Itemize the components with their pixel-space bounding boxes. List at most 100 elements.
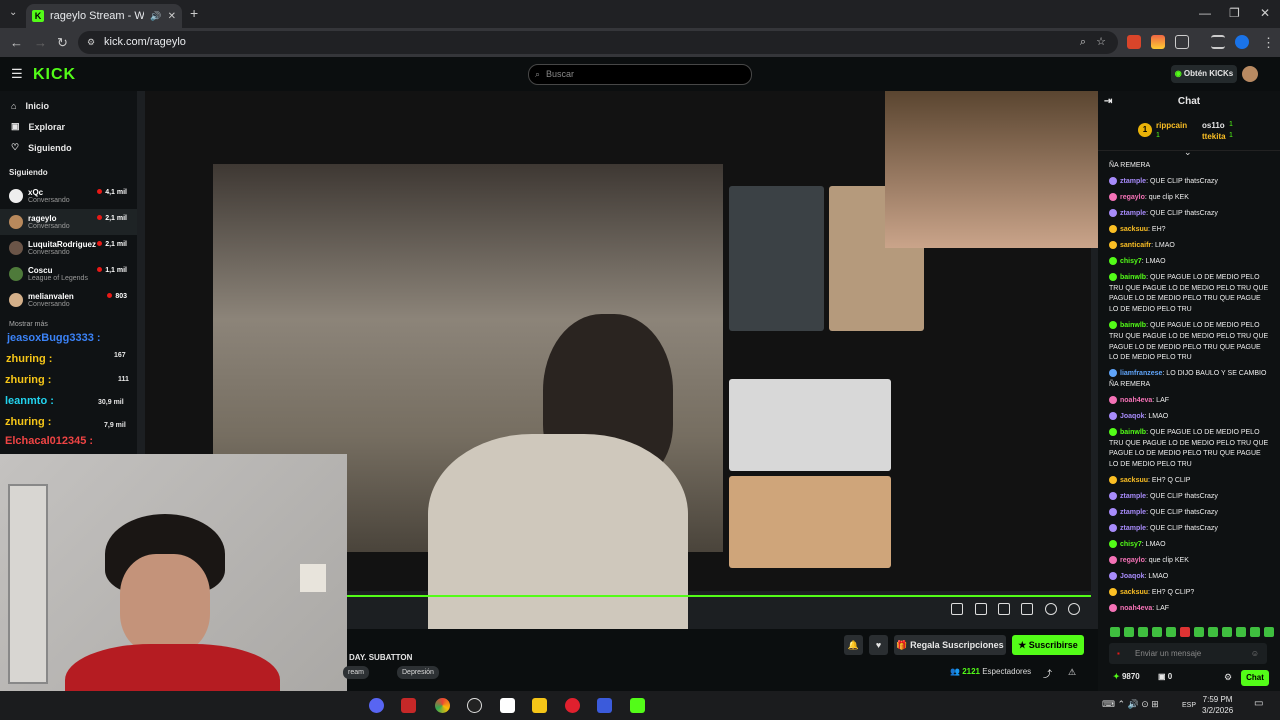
chat-username[interactable]: noah4eva [1120, 397, 1152, 404]
chat-username[interactable]: regaylo [1120, 194, 1145, 201]
chat-settings-icon[interactable]: ⚙ [1224, 672, 1232, 683]
tab-list-icon[interactable]: ⌄ [9, 7, 17, 18]
extensions-puzzle-icon[interactable] [1175, 35, 1189, 49]
emote-icon[interactable] [1222, 627, 1232, 637]
clip-icon[interactable] [975, 603, 987, 615]
chevron-down-icon[interactable]: ⌄ [1184, 147, 1192, 158]
collapse-chat-icon[interactable]: ⇥ [1104, 91, 1112, 113]
close-tab-icon[interactable]: ✕ [168, 11, 176, 22]
clock[interactable]: 7:59 PM 3/2/2026 [1202, 694, 1233, 716]
chat-username[interactable]: bainwlb [1120, 274, 1146, 281]
follow-heart-button[interactable]: ♥ [869, 635, 888, 655]
quality-icon[interactable] [1045, 603, 1057, 615]
chat-username[interactable]: chisy7 [1120, 258, 1142, 265]
user-avatar[interactable] [1242, 66, 1258, 82]
tag[interactable]: Depresión [397, 666, 439, 679]
emote-icon[interactable] [1110, 627, 1120, 637]
emote-icon[interactable] [1166, 627, 1176, 637]
subscribe-button[interactable]: ★ Suscribirse [1012, 635, 1084, 655]
forward-icon[interactable]: → [34, 35, 47, 50]
chat-input[interactable]: ▪ Enviar un mensaje ☺ [1109, 643, 1267, 664]
nav-explore[interactable]: ▣ Explorar [0, 116, 137, 137]
chat-username[interactable]: sacksuu [1120, 589, 1148, 596]
opera-icon[interactable] [565, 698, 580, 713]
following-item[interactable]: LuquitaRodriguez Conversando 2,1 mil [0, 235, 137, 261]
profile-avatar[interactable] [1235, 35, 1249, 49]
file-explorer-icon[interactable] [532, 698, 547, 713]
following-item[interactable]: melianvalen Conversando 803 [0, 287, 137, 313]
search-input[interactable]: ⌕ Buscar [528, 64, 752, 85]
tag[interactable]: ream [343, 666, 369, 679]
emote-icon[interactable] [1264, 627, 1274, 637]
obs-icon[interactable] [467, 698, 482, 713]
chat-username[interactable]: ztample [1120, 493, 1146, 500]
emote-icon[interactable] [1194, 627, 1204, 637]
app-icon[interactable] [597, 698, 612, 713]
extension-red-icon[interactable] [1127, 35, 1141, 49]
emote-icon[interactable] [1124, 627, 1134, 637]
miniplayer-icon[interactable] [998, 603, 1010, 615]
reload-icon[interactable]: ↻ [57, 35, 68, 51]
discord-icon[interactable] [369, 698, 384, 713]
chat-username[interactable]: ztample [1120, 178, 1146, 185]
voicemod-icon[interactable] [401, 698, 416, 713]
nav-home[interactable]: ⌂ Inicio [0, 95, 137, 116]
chat-username[interactable]: ztample [1120, 509, 1146, 516]
gift-subs-button[interactable]: 🎁 Regala Suscripciones [894, 635, 1006, 655]
new-tab-button[interactable]: + [190, 5, 198, 21]
kick-logo[interactable]: KICK [33, 66, 76, 84]
notification-bell-button[interactable]: 🔔 [844, 635, 863, 655]
restore-icon[interactable]: ❐ [1229, 6, 1240, 20]
zoom-icon[interactable]: ⌕ [1080, 31, 1086, 54]
share-icon[interactable]: ⤴ [1043, 667, 1052, 680]
extension-color-icon[interactable] [1151, 35, 1165, 49]
following-item[interactable]: Coscu League of Legends 1,1 mil [0, 261, 137, 287]
emote-icon[interactable] [1152, 627, 1162, 637]
hamburger-menu-icon[interactable]: ☰ [11, 66, 23, 82]
chat-username[interactable]: ztample [1120, 210, 1146, 217]
chat-username[interactable]: noah4eva [1120, 605, 1152, 612]
language-indicator[interactable]: ESP [1182, 702, 1196, 709]
settings-icon[interactable] [1068, 603, 1080, 615]
browser-tab[interactable]: K rageylo Stream - Watch Live 🔊 ✕ [26, 4, 182, 28]
notification-icon[interactable]: ▭ [1254, 698, 1263, 709]
bookmark-star-icon[interactable]: ☆ [1096, 31, 1106, 54]
back-icon[interactable]: ← [10, 35, 23, 50]
chat-username[interactable]: bainwlb [1120, 322, 1146, 329]
kicks-balance[interactable]: ✦ 9870 [1113, 672, 1140, 681]
kick-app-icon[interactable] [630, 698, 645, 713]
chat-username[interactable]: bainwlb [1120, 429, 1146, 436]
chat-username[interactable]: Joaqok [1120, 413, 1145, 420]
chat-username[interactable]: santicaifr [1120, 242, 1151, 249]
chrome-icon[interactable] [435, 698, 450, 713]
tray-icons[interactable]: ⌨ ⌃ 🔊 ⊙ ⊞ [1102, 699, 1159, 710]
progress-bar[interactable] [347, 595, 1091, 597]
rewards-count[interactable]: ▣ 0 [1158, 672, 1172, 681]
speaker-icon[interactable]: 🔊 [150, 11, 161, 22]
chat-username[interactable]: Joaqok [1120, 573, 1145, 580]
url-field[interactable]: ⚙ kick.com/rageylo ⌕ ☆ [78, 31, 1118, 54]
emote-icon[interactable] [1250, 627, 1260, 637]
emote-icon[interactable] [1138, 627, 1148, 637]
report-icon[interactable]: ⚠ [1068, 667, 1076, 678]
nav-following[interactable]: ♡ Siguiendo [0, 137, 137, 158]
chrome-menu-icon[interactable]: ⋮ [1262, 35, 1275, 51]
chat-username[interactable]: chisy7 [1120, 541, 1142, 548]
chat-username[interactable]: sacksuu [1120, 477, 1148, 484]
close-window-icon[interactable]: ✕ [1260, 6, 1270, 20]
chat-username[interactable]: ztample [1120, 525, 1146, 532]
media-controls-icon[interactable] [1211, 35, 1225, 49]
theater-mode-icon[interactable] [951, 603, 963, 615]
capcut-icon[interactable] [500, 698, 515, 713]
chat-username[interactable]: sacksuu [1120, 226, 1148, 233]
chat-username[interactable]: liamfranzese [1120, 370, 1162, 377]
chat-username[interactable]: regaylo [1120, 557, 1145, 564]
emote-icon[interactable] [1208, 627, 1218, 637]
emote-picker-icon[interactable]: ☺ [1251, 643, 1259, 664]
minimize-icon[interactable]: — [1199, 6, 1211, 20]
chat-send-button[interactable]: Chat [1241, 670, 1269, 686]
following-item[interactable]: rageylo Conversando 2,1 mil [0, 209, 137, 235]
obtain-kicks-button[interactable]: ◉ Obtén KICKs [1171, 65, 1237, 83]
fullscreen-icon[interactable] [1021, 603, 1033, 615]
site-info-icon[interactable]: ⚙ [87, 31, 95, 54]
